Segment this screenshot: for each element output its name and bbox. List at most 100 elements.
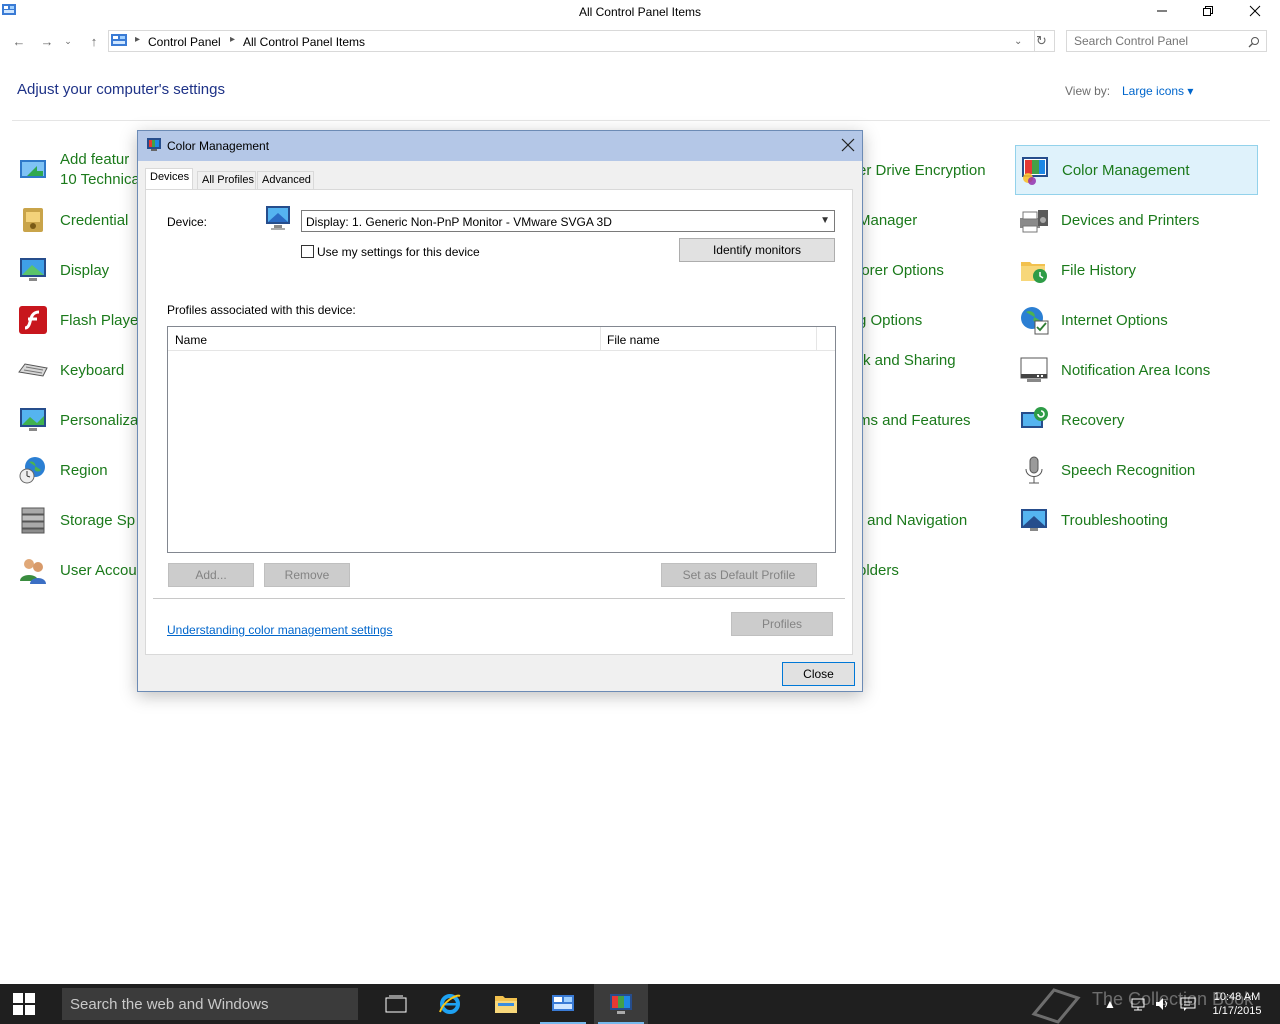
understanding-color-management-link[interactable]: Understanding color management settings bbox=[167, 623, 392, 637]
search-input[interactable] bbox=[1074, 32, 1244, 50]
view-by-dropdown[interactable]: Large icons ▾ bbox=[1122, 84, 1193, 98]
restore-button[interactable] bbox=[1185, 0, 1231, 22]
cp-item-bitlocker[interactable]: er Drive Encryption bbox=[858, 148, 986, 192]
start-button[interactable] bbox=[0, 984, 48, 1024]
cp-item-label: ms and Features bbox=[858, 411, 971, 429]
taskbar-internet-explorer[interactable] bbox=[423, 984, 477, 1024]
recent-locations-button[interactable]: ⌄ bbox=[61, 31, 75, 51]
tab-devices[interactable]: Devices bbox=[145, 168, 193, 190]
address-bar[interactable]: ▸ Control Panel ▸ All Control Panel Item… bbox=[108, 30, 1055, 52]
control-panel-icon bbox=[552, 995, 574, 1011]
taskbar-search[interactable]: Search the web and Windows bbox=[62, 988, 358, 1020]
profiles-list[interactable]: Name File name bbox=[167, 326, 836, 553]
cp-item-add-features[interactable]: Add featur 10 Technica bbox=[17, 148, 140, 192]
profiles-button[interactable]: Profiles bbox=[731, 612, 833, 636]
taskbar-control-panel[interactable] bbox=[536, 984, 590, 1024]
volume-tray-button[interactable] bbox=[1154, 984, 1170, 1024]
cp-item-device-manager[interactable]: Manager bbox=[858, 198, 917, 242]
breadcrumb-control-panel[interactable]: Control Panel bbox=[148, 35, 221, 49]
window-titlebar: All Control Panel Items bbox=[0, 0, 1280, 24]
cp-item-network-sharing[interactable]: rk and Sharing bbox=[858, 338, 956, 382]
cp-item-label: lorer Options bbox=[858, 261, 944, 279]
chevron-down-icon: ▼ bbox=[820, 215, 830, 226]
cp-item-taskbar-navigation[interactable]: r and Navigation bbox=[858, 498, 967, 542]
cp-item-label: Recovery bbox=[1061, 411, 1125, 429]
clock-date: 1/17/2015 bbox=[1212, 1005, 1262, 1017]
cp-item-file-history[interactable]: File History bbox=[1018, 248, 1136, 292]
cp-item-internet-options[interactable]: Internet Options bbox=[1018, 298, 1168, 342]
tab-advanced[interactable]: Advanced bbox=[257, 171, 314, 190]
troubleshooting-icon bbox=[1021, 509, 1047, 531]
cp-item-devices-printers[interactable]: Devices and Printers bbox=[1018, 198, 1199, 242]
address-divider bbox=[1034, 31, 1035, 51]
microphone-icon bbox=[1025, 456, 1043, 484]
cp-item-label: olders bbox=[858, 561, 899, 579]
show-hidden-icons-button[interactable]: ▲ bbox=[1104, 984, 1116, 1024]
identify-monitors-button[interactable]: Identify monitors bbox=[679, 238, 835, 262]
cp-item-recovery[interactable]: Recovery bbox=[1018, 398, 1124, 442]
breadcrumb-separator-icon: ▸ bbox=[135, 34, 141, 45]
remove-button[interactable]: Remove bbox=[264, 563, 350, 587]
dialog-close-button[interactable] bbox=[838, 134, 858, 156]
taskbar-file-explorer[interactable] bbox=[479, 984, 533, 1024]
tab-all-profiles[interactable]: All Profiles bbox=[197, 171, 256, 190]
cp-item-credential-manager[interactable]: Credential bbox=[17, 198, 128, 242]
color-management-icon bbox=[610, 994, 632, 1014]
taskbar: Search the web and Windows The Collectio… bbox=[0, 984, 1280, 1024]
column-file-name[interactable]: File name bbox=[607, 333, 660, 347]
up-button[interactable]: ↑ bbox=[84, 31, 104, 51]
cp-item-label: 10 Technica bbox=[60, 171, 140, 188]
close-button[interactable]: Close bbox=[782, 662, 855, 686]
close-icon bbox=[841, 138, 855, 152]
cp-item-label: Region bbox=[60, 461, 108, 479]
back-button[interactable]: ← bbox=[9, 31, 29, 51]
taskbar-color-management[interactable] bbox=[594, 984, 648, 1024]
cp-item-speech-recognition[interactable]: Speech Recognition bbox=[1018, 448, 1195, 492]
cp-item-programs-features[interactable]: ms and Features bbox=[858, 398, 971, 442]
action-center-button[interactable] bbox=[1180, 984, 1196, 1024]
device-select[interactable]: Display: 1. Generic Non-PnP Monitor - VM… bbox=[301, 210, 835, 232]
cp-item-personalization[interactable]: Personaliza bbox=[17, 398, 138, 442]
use-my-settings-checkbox[interactable] bbox=[301, 245, 314, 258]
cp-item-label: r and Navigation bbox=[858, 511, 968, 529]
cp-item-storage-spaces[interactable]: Storage Sp bbox=[17, 498, 135, 542]
breadcrumb-separator-icon: ▸ bbox=[230, 34, 236, 45]
breadcrumb-all-items[interactable]: All Control Panel Items bbox=[243, 35, 365, 49]
recovery-icon bbox=[1021, 407, 1048, 428]
user-accounts-icon bbox=[20, 559, 46, 584]
cp-item-display[interactable]: Display bbox=[17, 248, 109, 292]
cp-item-label: Speech Recognition bbox=[1061, 461, 1196, 479]
cp-item-file-explorer-options[interactable]: lorer Options bbox=[858, 248, 944, 292]
cp-item-region[interactable]: Region bbox=[17, 448, 108, 492]
cp-item-label: Personaliza bbox=[60, 411, 139, 429]
close-window-button[interactable] bbox=[1232, 0, 1278, 22]
task-view-button[interactable] bbox=[369, 984, 423, 1024]
cp-item-flash-player[interactable]: Flash Playe bbox=[17, 298, 138, 342]
cp-item-work-folders[interactable]: olders bbox=[858, 548, 899, 592]
cp-item-keyboard[interactable]: Keyboard bbox=[17, 348, 124, 392]
windows-logo-icon bbox=[13, 993, 35, 1015]
column-name[interactable]: Name bbox=[175, 333, 207, 347]
forward-button[interactable]: → bbox=[37, 31, 57, 51]
cp-item-label: Storage Sp bbox=[60, 511, 136, 529]
set-default-profile-button[interactable]: Set as Default Profile bbox=[661, 563, 817, 587]
chevron-down-icon[interactable]: ⌄ bbox=[1014, 36, 1022, 47]
speaker-icon bbox=[1156, 998, 1167, 1010]
cp-item-notification-area-icons[interactable]: Notification Area Icons bbox=[1018, 348, 1210, 392]
cp-item-troubleshooting[interactable]: Troubleshooting bbox=[1018, 498, 1168, 542]
color-management-icon bbox=[1022, 157, 1048, 185]
add-button[interactable]: Add... bbox=[168, 563, 254, 587]
network-tray-button[interactable] bbox=[1130, 984, 1146, 1024]
search-box[interactable] bbox=[1066, 30, 1267, 52]
cp-item-user-accounts[interactable]: User Accou bbox=[17, 548, 137, 592]
cp-item-indexing-options[interactable]: g Options bbox=[858, 298, 922, 342]
taskbar-clock[interactable]: 10:48 AM 1/17/2015 bbox=[1200, 990, 1274, 1018]
minimize-button[interactable] bbox=[1139, 0, 1185, 22]
region-icon bbox=[19, 457, 45, 484]
search-icon[interactable] bbox=[1248, 36, 1260, 48]
display-icon bbox=[20, 258, 46, 281]
refresh-icon[interactable]: ↻ bbox=[1036, 33, 1047, 49]
monitor-icon bbox=[266, 206, 290, 230]
cp-item-color-management[interactable]: Color Management bbox=[1015, 145, 1258, 195]
cp-item-label: Internet Options bbox=[1061, 311, 1168, 329]
